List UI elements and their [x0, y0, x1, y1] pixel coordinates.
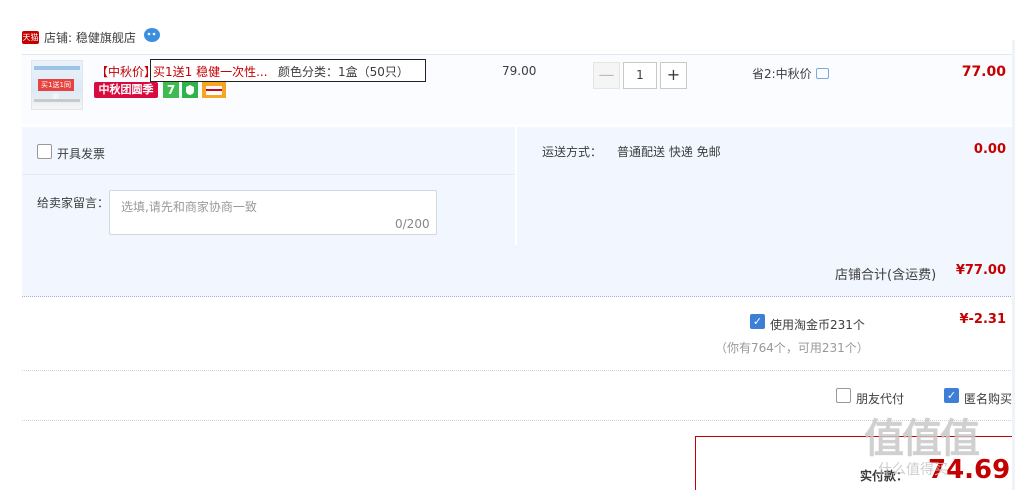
- saving-text: 省2:中秋价: [752, 67, 812, 81]
- friend-pay-label[interactable]: 朋友代付: [856, 390, 904, 407]
- comment-icon[interactable]: [816, 68, 829, 79]
- message-placeholder: 选填,请先和商家协商一致: [121, 200, 257, 214]
- item-title-link[interactable]: 买1送1 稳健一次性...: [153, 63, 268, 80]
- item-subtotal: 77.00: [961, 64, 1006, 80]
- watermark-text: 什么值得买: [878, 462, 948, 478]
- wangwang-chat-icon[interactable]: [143, 27, 161, 43]
- use-coins-label[interactable]: 使用淘金币231个: [770, 316, 865, 333]
- item-sku: 颜色分类：1盒（50只）: [278, 65, 409, 79]
- divider: [22, 370, 1015, 371]
- shipping-label: 运送方式：: [542, 145, 603, 159]
- seven-day-return-icon: 7: [163, 82, 179, 98]
- shipping-fee: 0.00: [973, 142, 1006, 157]
- thumbnail-tag: 买1送1同款: [38, 79, 74, 101]
- message-label: 给卖家留言：: [37, 196, 110, 210]
- shipping-method[interactable]: 普通配送 快递 免邮: [617, 143, 721, 160]
- product-thumbnail[interactable]: 买1送1同款: [31, 60, 83, 110]
- tmall-badge: 天猫: [22, 31, 39, 44]
- invoice-label[interactable]: 开具发票: [57, 145, 105, 162]
- panel-divider: [22, 174, 515, 175]
- credit-card-icon: [202, 82, 226, 98]
- shop-name[interactable]: 店铺: 稳健旗舰店: [44, 29, 136, 46]
- shield-icon: [182, 82, 198, 98]
- coins-available-note: （你有764个，可用231个）: [715, 341, 869, 355]
- quantity-increase-button[interactable]: +: [660, 62, 687, 89]
- shop-total-label: 店铺合计(含运费): [835, 268, 937, 283]
- unit-price: 79.00: [502, 64, 537, 78]
- invoice-checkbox[interactable]: [37, 144, 52, 159]
- friend-pay-checkbox[interactable]: [836, 388, 851, 403]
- anonymous-purchase-checkbox[interactable]: ✓: [944, 388, 959, 403]
- use-coins-checkbox[interactable]: ✓: [750, 314, 765, 329]
- shop-total-value: ¥77.00: [955, 263, 1006, 278]
- quantity-input[interactable]: 1: [623, 62, 657, 89]
- promo-badge: 中秋团圆季: [94, 82, 158, 98]
- anonymous-purchase-label[interactable]: 匿名购买: [964, 390, 1012, 407]
- watermark-logo: 值值值: [864, 416, 980, 462]
- item-title-prefix[interactable]: 【中秋价】: [96, 63, 156, 80]
- coins-discount-value: ¥-2.31: [959, 312, 1006, 327]
- message-char-count: 0/200: [395, 217, 430, 231]
- quantity-decrease-button[interactable]: —: [593, 62, 620, 89]
